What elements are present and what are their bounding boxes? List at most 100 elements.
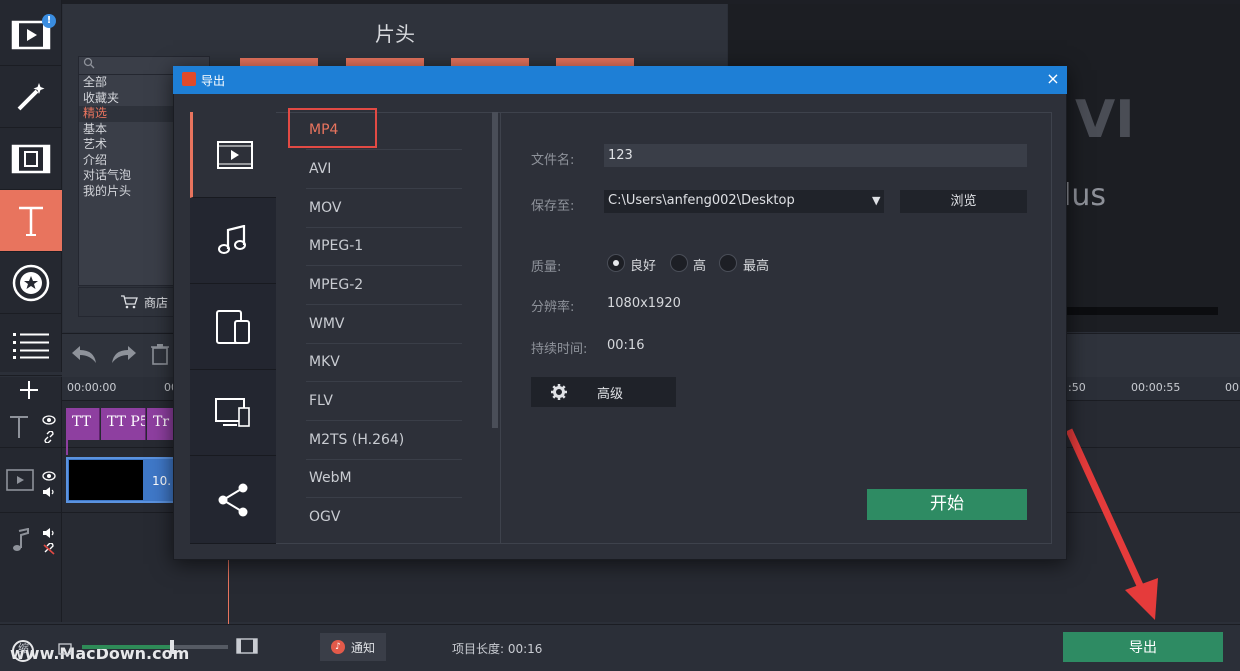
quality-option-label: 最高 — [743, 259, 770, 274]
title-clip[interactable]: TT — [66, 408, 100, 440]
add-track-button[interactable] — [18, 379, 40, 405]
transitions-tool[interactable] — [0, 128, 62, 190]
title-clip-connector — [66, 440, 176, 455]
project-length: 项目长度: 00:16 — [452, 642, 543, 656]
format-item[interactable]: FLV — [306, 383, 462, 421]
gear-icon — [551, 384, 567, 400]
store-label: 商店 — [143, 295, 168, 310]
title-thumbnail[interactable] — [346, 58, 424, 66]
zoom-out-icon[interactable] — [58, 640, 72, 659]
import-media-tool[interactable]: ! — [0, 4, 62, 66]
dialog-titlebar[interactable] — [173, 66, 1067, 94]
redo-button[interactable] — [106, 338, 142, 370]
annotation-arrow-icon — [1065, 428, 1158, 620]
quality-radio-highest[interactable] — [719, 254, 737, 272]
advanced-button[interactable]: 高级 — [531, 377, 676, 407]
quality-radio-good[interactable] — [607, 254, 625, 272]
track-mute-toggle[interactable] — [42, 483, 56, 502]
tab-share[interactable] — [190, 456, 276, 544]
titles-heading: 片头 — [375, 22, 415, 46]
start-button[interactable]: 开始 — [867, 489, 1027, 520]
format-item[interactable]: OGV — [306, 499, 462, 537]
title-track-icon — [8, 414, 30, 444]
title-thumbnail[interactable] — [556, 58, 634, 66]
format-item[interactable]: MPEG-1 — [306, 228, 462, 266]
notifications-button[interactable]: ♪ 通知 — [320, 633, 386, 661]
quality-label: 质量: — [531, 260, 562, 275]
track-link-toggle[interactable] — [42, 428, 56, 447]
saveto-dropdown[interactable]: C:\Users\anfeng002\Desktop — [604, 190, 884, 213]
more-tools-menu[interactable] — [0, 314, 62, 376]
tab-tv[interactable] — [190, 370, 276, 456]
audio-track-icon — [10, 527, 32, 558]
format-item[interactable]: AVI — [306, 151, 462, 189]
tab-devices[interactable] — [190, 284, 276, 370]
resolution-value: 1080x1920 — [607, 296, 681, 311]
title-thumbnail[interactable] — [240, 58, 318, 66]
export-button[interactable]: 导出 — [1063, 632, 1223, 662]
titles-tool[interactable] — [0, 190, 62, 252]
ruler-tick: 00 — [1225, 381, 1239, 394]
eye-icon — [42, 415, 56, 425]
quality-option-label: 良好 — [630, 259, 657, 274]
format-item[interactable]: WebM — [306, 460, 462, 498]
text-t-icon — [19, 206, 43, 236]
advanced-label: 高级 — [597, 386, 624, 402]
format-item[interactable]: MOV — [306, 190, 462, 228]
ruler-tick: :50 — [1068, 381, 1086, 394]
track-visibility-toggle[interactable] — [42, 410, 56, 429]
speaker-icon — [43, 528, 54, 538]
zoom-slider-handle[interactable] — [170, 640, 174, 654]
quality-option-label: 高 — [693, 259, 707, 274]
delete-button[interactable] — [146, 338, 174, 370]
title-clip[interactable]: TT P5 — [101, 408, 146, 440]
video-clip-label: 10. — [152, 474, 172, 488]
close-button[interactable]: × — [1044, 70, 1062, 88]
format-list-scrollbar[interactable] — [492, 112, 498, 428]
title-thumbnail[interactable] — [451, 58, 529, 66]
cart-icon — [120, 295, 138, 309]
preview-brand-text: lus — [1063, 178, 1106, 213]
share-icon — [218, 483, 248, 516]
video-track-icon — [6, 468, 34, 496]
format-item[interactable]: MPEG-2 — [306, 267, 462, 305]
zoom-in-icon[interactable] — [236, 638, 258, 658]
ruler-tick: 00:00:55 — [1131, 381, 1181, 394]
browse-button[interactable]: 浏览 — [900, 190, 1027, 213]
format-item[interactable]: M2TS (H.264) — [306, 422, 462, 460]
text-t-icon — [10, 416, 28, 438]
filename-field[interactable] — [604, 144, 1027, 167]
link-icon — [44, 430, 54, 444]
ruler-tick: 00:00:00 — [67, 381, 117, 394]
notification-badge: ! — [42, 14, 56, 28]
preview-progress — [1066, 307, 1218, 315]
saveto-label: 保存至: — [531, 199, 575, 214]
mobile-devices-icon — [216, 309, 250, 344]
undo-button[interactable] — [66, 338, 102, 370]
film-large-icon — [236, 638, 258, 654]
filters-tool[interactable] — [0, 66, 62, 128]
resolution-label: 分辨率: — [531, 300, 575, 315]
playhead[interactable] — [228, 560, 229, 624]
track-unlink-toggle[interactable] — [42, 540, 56, 559]
film-small-icon — [58, 643, 72, 655]
search-icon — [83, 57, 95, 69]
preview-logo: VI — [1075, 90, 1135, 150]
tab-audio-file[interactable] — [190, 198, 276, 284]
undo-icon — [72, 346, 96, 363]
magic-wand-icon — [17, 82, 45, 110]
title-clip[interactable]: Tr — [147, 408, 175, 440]
trash-icon — [151, 344, 169, 365]
format-item[interactable]: MKV — [306, 344, 462, 382]
left-toolbar: ! — [0, 0, 62, 376]
zoom-slider-fill — [82, 645, 172, 649]
format-item[interactable]: WMV — [306, 306, 462, 344]
eye-icon — [42, 471, 56, 481]
quality-radio-high[interactable] — [670, 254, 688, 272]
dropdown-arrow-icon: ▼ — [872, 194, 881, 207]
tv-device-icon — [215, 397, 250, 427]
tab-video-file[interactable] — [190, 112, 276, 198]
duration-label: 持续时间: — [531, 342, 588, 357]
stickers-tool[interactable] — [0, 252, 62, 314]
speaker-icon — [43, 487, 54, 497]
